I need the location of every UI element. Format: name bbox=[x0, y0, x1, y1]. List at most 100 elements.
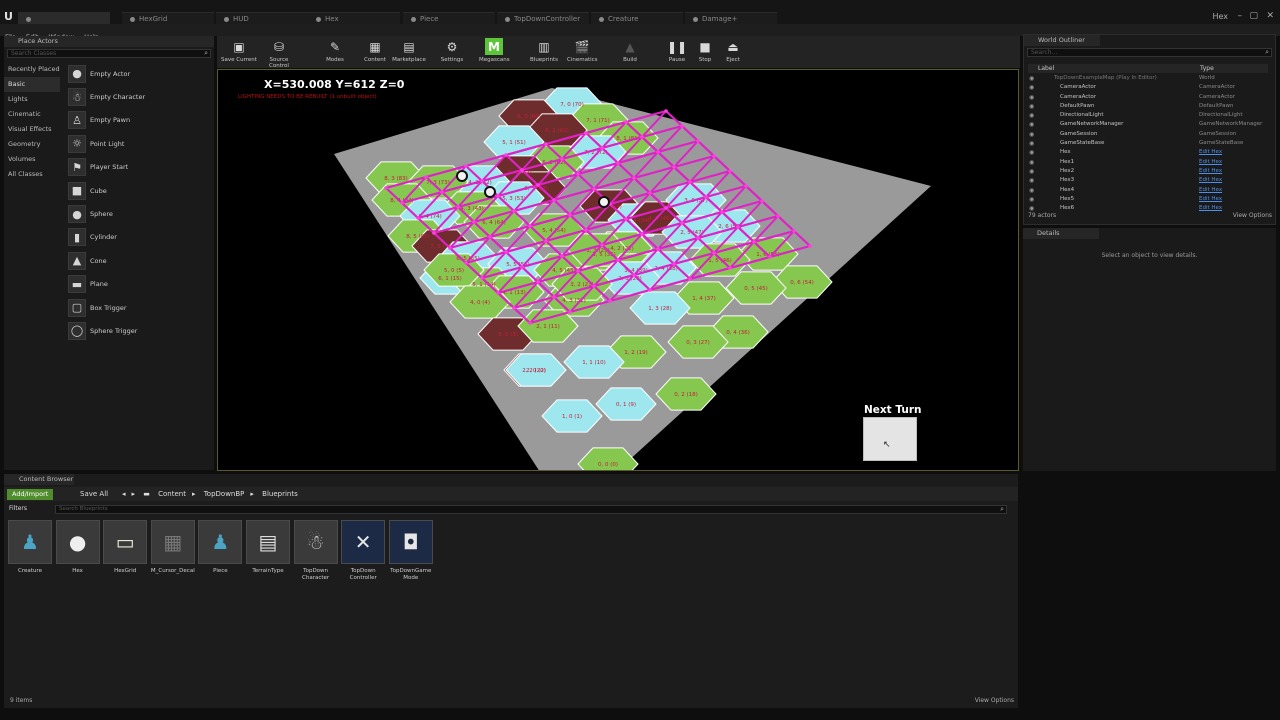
outliner-row[interactable]: ◉ Hex4 Edit Hex bbox=[1028, 186, 1268, 195]
editor-tab[interactable]: HUD bbox=[216, 12, 308, 24]
outliner-row[interactable]: ◉ GameStateBase GameStateBase bbox=[1028, 139, 1268, 148]
editor-tab[interactable]: TopDownController bbox=[497, 12, 589, 24]
asset-tile[interactable]: ✕ TopDown Controller bbox=[341, 520, 386, 582]
edit-hex-link[interactable]: Edit Hex bbox=[1199, 167, 1222, 176]
outliner-row[interactable]: ◉ Hex5 Edit Hex bbox=[1028, 195, 1268, 204]
actor-item[interactable]: ☃ Empty Character bbox=[64, 85, 212, 108]
content-browser-tab[interactable]: Content Browser bbox=[4, 474, 74, 485]
game-piece-icon[interactable] bbox=[598, 196, 610, 208]
class-search-input[interactable]: Search Classes ⌕ bbox=[7, 49, 211, 58]
visibility-eye-icon[interactable]: ◉ bbox=[1029, 93, 1034, 102]
breadcrumb-topdownbp[interactable]: TopDownBP bbox=[204, 490, 245, 498]
game-piece-icon[interactable] bbox=[484, 186, 496, 198]
visibility-eye-icon[interactable]: ◉ bbox=[1029, 167, 1034, 176]
maximize-icon[interactable]: ▢ bbox=[1249, 11, 1258, 21]
minimize-icon[interactable]: – bbox=[1238, 11, 1243, 21]
visibility-eye-icon[interactable]: ◉ bbox=[1029, 83, 1034, 92]
editor-tab[interactable]: Damage+ bbox=[685, 12, 777, 24]
outliner-row[interactable]: ◉ Hex3 Edit Hex bbox=[1028, 176, 1268, 185]
actor-item[interactable]: ● Empty Actor bbox=[64, 62, 212, 85]
visibility-eye-icon[interactable]: ◉ bbox=[1029, 120, 1034, 129]
save-all-button[interactable]: Save All bbox=[80, 489, 108, 500]
editor-tab[interactable]: TopDownExampleMap bbox=[18, 12, 110, 35]
toolbar-button[interactable]: 🎬 Cinematics bbox=[567, 38, 598, 64]
visibility-eye-icon[interactable]: ◉ bbox=[1029, 195, 1034, 204]
label-column-header[interactable]: Label bbox=[1038, 64, 1054, 73]
outliner-row[interactable]: ◉ TopDownExampleMap (Play In Editor) World bbox=[1028, 74, 1268, 83]
visibility-eye-icon[interactable]: ◉ bbox=[1029, 186, 1034, 195]
breadcrumb-content[interactable]: Content bbox=[158, 490, 186, 498]
visibility-eye-icon[interactable]: ◉ bbox=[1029, 176, 1034, 185]
outliner-row[interactable]: ◉ Hex1 Edit Hex bbox=[1028, 158, 1268, 167]
asset-tile[interactable]: ● Hex bbox=[55, 520, 100, 575]
visibility-eye-icon[interactable]: ◉ bbox=[1029, 158, 1034, 167]
blueprint-search-input[interactable]: Search Blueprints ⌕ bbox=[55, 505, 1007, 514]
actor-item[interactable]: ● Sphere bbox=[64, 202, 212, 225]
asset-tile[interactable]: ▭ HexGrid bbox=[103, 520, 148, 575]
toolbar-button[interactable]: ▦ Content bbox=[360, 38, 390, 64]
actor-item[interactable]: ☼ Point Light bbox=[64, 132, 212, 155]
toolbar-button[interactable]: ⚙ Settings bbox=[437, 38, 467, 64]
toolbar-button[interactable]: ▥ Blueprints bbox=[529, 38, 559, 64]
outliner-row[interactable]: ◉ CameraActor CameraActor bbox=[1028, 83, 1268, 92]
toolbar-button[interactable]: ✎ Modes bbox=[320, 38, 350, 64]
actor-item[interactable]: ◯ Sphere Trigger bbox=[64, 319, 212, 342]
edit-hex-link[interactable]: Edit Hex bbox=[1199, 186, 1222, 195]
edit-hex-link[interactable]: Edit Hex bbox=[1199, 176, 1222, 185]
asset-tile[interactable]: ▦ M_Cursor_Decal bbox=[150, 520, 195, 575]
outliner-row[interactable]: ◉ DefaultPawn DefaultPawn bbox=[1028, 102, 1268, 111]
place-actors-tab[interactable]: Place Actors bbox=[4, 36, 214, 47]
filters-button[interactable]: Filters bbox=[9, 504, 27, 514]
editor-tab[interactable]: HexGrid bbox=[122, 12, 214, 24]
add-import-button[interactable]: Add/Import bbox=[7, 489, 54, 500]
asset-tile[interactable]: ▤ TerrainType bbox=[246, 520, 290, 575]
toolbar-button[interactable]: ▲ Build bbox=[615, 38, 645, 64]
edit-hex-link[interactable]: Edit Hex bbox=[1199, 195, 1222, 204]
edit-hex-link[interactable]: Edit Hex bbox=[1199, 158, 1222, 167]
actor-item[interactable]: ▢ Box Trigger bbox=[64, 296, 212, 319]
edit-hex-link[interactable]: Edit Hex bbox=[1199, 148, 1222, 157]
visibility-eye-icon[interactable]: ◉ bbox=[1029, 130, 1034, 139]
toolbar-button[interactable]: ▤ Marketplace bbox=[390, 38, 428, 64]
asset-tile[interactable]: ◘ TopDownGame Mode bbox=[388, 520, 433, 582]
toolbar-button[interactable]: ⛁ Source Control bbox=[260, 38, 298, 70]
category-item[interactable]: Volumes bbox=[4, 152, 60, 167]
toolbar-button[interactable]: ▣ Save Current bbox=[220, 38, 258, 64]
actor-item[interactable]: ⚑ Player Start bbox=[64, 156, 212, 179]
visibility-eye-icon[interactable]: ◉ bbox=[1029, 148, 1034, 157]
outliner-row[interactable]: ◉ GameSession GameSession bbox=[1028, 130, 1268, 139]
category-item[interactable]: Lights bbox=[4, 92, 60, 107]
category-item[interactable]: All Classes bbox=[4, 167, 60, 182]
actor-item[interactable]: ■ Cube bbox=[64, 179, 212, 202]
asset-tile[interactable]: ♟ Creature bbox=[8, 520, 52, 575]
back-arrow-icon[interactable]: ◂ bbox=[122, 490, 126, 498]
next-turn-button[interactable]: ↖ bbox=[863, 417, 917, 461]
outliner-row[interactable]: ◉ GameNetworkManager GameNetworkManager bbox=[1028, 120, 1268, 129]
actor-item[interactable]: ▲ Cone bbox=[64, 249, 212, 272]
outliner-row[interactable]: ◉ Hex2 Edit Hex bbox=[1028, 167, 1268, 176]
type-column-header[interactable]: Type bbox=[1200, 64, 1214, 73]
close-icon[interactable]: ✕ bbox=[1266, 11, 1274, 21]
forward-arrow-icon[interactable]: ▸ bbox=[132, 490, 136, 498]
actor-item[interactable]: ▬ Plane bbox=[64, 273, 212, 296]
content-view-options[interactable]: View Options bbox=[975, 697, 1014, 704]
outliner-row[interactable]: ◉ CameraActor CameraActor bbox=[1028, 93, 1268, 102]
editor-tab[interactable]: Hex bbox=[308, 12, 400, 24]
asset-tile[interactable]: ☃ TopDown Character bbox=[293, 520, 338, 582]
toolbar-button[interactable]: ❚❚ Pause bbox=[662, 38, 692, 64]
game-piece-icon[interactable] bbox=[456, 170, 468, 182]
visibility-eye-icon[interactable]: ◉ bbox=[1029, 111, 1034, 120]
outliner-row[interactable]: ◉ DirectionalLight DirectionalLight bbox=[1028, 111, 1268, 120]
category-item[interactable]: Geometry bbox=[4, 137, 60, 152]
editor-tab[interactable]: Piece bbox=[403, 12, 495, 24]
outliner-row[interactable]: ◉ Hex Edit Hex bbox=[1028, 148, 1268, 157]
details-tab[interactable]: Details bbox=[1023, 228, 1099, 239]
toolbar-button[interactable]: ■ Stop bbox=[690, 38, 720, 64]
toolbar-button[interactable]: M Megascans bbox=[479, 38, 510, 63]
outliner-search-input[interactable]: Search... ⌕ bbox=[1027, 48, 1272, 57]
world-outliner-tab[interactable]: World Outliner bbox=[1024, 35, 1100, 46]
editor-tab[interactable]: Creature bbox=[591, 12, 683, 24]
category-item[interactable]: Recently Placed bbox=[4, 62, 60, 77]
category-item[interactable]: Basic bbox=[4, 77, 60, 92]
outliner-view-options[interactable]: View Options bbox=[1233, 212, 1272, 219]
